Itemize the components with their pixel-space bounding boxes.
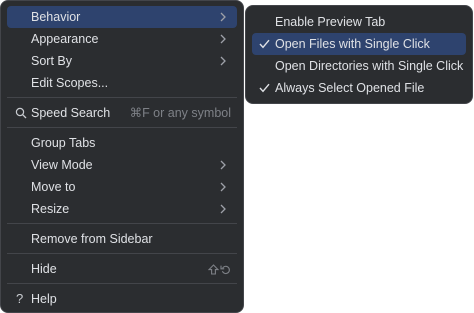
menu-item-label: Open Files with Single Click	[275, 37, 430, 51]
escape-key-icon	[220, 265, 230, 275]
menu-item-label: Help	[31, 292, 57, 306]
menu-item-appearance[interactable]: Appearance	[7, 28, 237, 50]
menu-item-label: Enable Preview Tab	[275, 15, 386, 29]
submenu-item-open-files-single-click[interactable]: Open Files with Single Click	[252, 33, 466, 55]
search-icon	[15, 102, 27, 124]
menu-item-edit-scopes[interactable]: Edit Scopes...	[7, 72, 237, 94]
menu-item-move-to[interactable]: Move to	[7, 176, 237, 198]
menu-item-group-tabs[interactable]: Group Tabs	[7, 132, 237, 154]
chevron-right-icon	[218, 154, 228, 176]
menu-item-label: Resize	[31, 202, 70, 216]
menu-item-label: Appearance	[31, 32, 99, 46]
question-icon: ?	[16, 291, 24, 306]
menu-item-label: Sort By	[31, 54, 72, 68]
menu-item-remove-from-sidebar[interactable]: Remove from Sidebar	[7, 228, 237, 250]
context-menu: Behavior Appearance Sort By Edit Scopes.…	[0, 0, 244, 313]
menu-item-label: Open Directories with Single Click	[275, 59, 464, 73]
menu-item-help[interactable]: ? Help	[7, 288, 237, 310]
chevron-right-icon	[218, 50, 228, 72]
menu-item-label: Hide	[31, 262, 57, 276]
menu-item-hide[interactable]: Hide	[7, 258, 237, 280]
chevron-right-icon	[218, 6, 228, 28]
menu-item-label: Speed Search	[31, 106, 111, 120]
submenu-item-always-select-opened-file[interactable]: Always Select Opened File	[252, 77, 466, 99]
screen: Behavior Appearance Sort By Edit Scopes.…	[0, 0, 474, 313]
menu-item-label: Edit Scopes...	[31, 76, 109, 90]
chevron-right-icon	[218, 198, 228, 220]
menu-separator	[7, 283, 237, 284]
menu-item-view-mode[interactable]: View Mode	[7, 154, 237, 176]
menu-item-behavior[interactable]: Behavior	[7, 6, 237, 28]
menu-separator	[7, 223, 237, 224]
behavior-submenu: Enable Preview Tab Open Files with Singl…	[245, 5, 473, 104]
chevron-right-icon	[218, 176, 228, 198]
checkmark-icon	[259, 77, 271, 99]
menu-separator	[7, 253, 237, 254]
menu-item-label: Move to	[31, 180, 76, 194]
menu-item-speed-search[interactable]: Speed Search ⌘F or any symbol	[7, 102, 237, 124]
submenu-item-enable-preview-tab[interactable]: Enable Preview Tab	[252, 11, 466, 33]
menu-item-sort-by[interactable]: Sort By	[7, 50, 237, 72]
menu-item-label: Remove from Sidebar	[31, 232, 153, 246]
checkmark-icon	[259, 33, 271, 55]
menu-item-label: Always Select Opened File	[275, 81, 425, 95]
menu-separator	[7, 97, 237, 98]
shift-key-icon	[208, 264, 219, 275]
menu-separator	[7, 127, 237, 128]
chevron-right-icon	[218, 28, 228, 50]
menu-item-resize[interactable]: Resize	[7, 198, 237, 220]
speed-search-hint: ⌘F or any symbol	[129, 106, 231, 120]
menu-item-label: Group Tabs	[31, 136, 96, 150]
menu-item-label: View Mode	[31, 158, 93, 172]
submenu-item-open-directories-single-click[interactable]: Open Directories with Single Click	[252, 55, 466, 77]
menu-item-label: Behavior	[31, 10, 81, 24]
